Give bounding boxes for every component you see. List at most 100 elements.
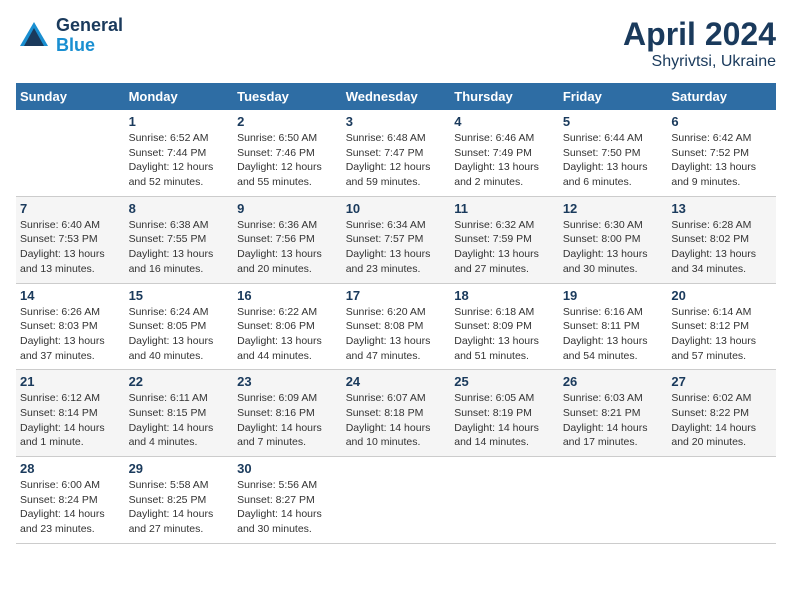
daylight-text: Daylight: 14 hours and 20 minutes. <box>671 421 772 450</box>
day-info: Sunrise: 6:44 AMSunset: 7:50 PMDaylight:… <box>563 131 664 190</box>
sunset-text: Sunset: 8:19 PM <box>454 406 555 421</box>
day-info: Sunrise: 6:50 AMSunset: 7:46 PMDaylight:… <box>237 131 338 190</box>
sunset-text: Sunset: 7:55 PM <box>129 232 230 247</box>
sunrise-text: Sunrise: 6:28 AM <box>671 218 772 233</box>
sunrise-text: Sunrise: 6:38 AM <box>129 218 230 233</box>
day-info: Sunrise: 6:28 AMSunset: 8:02 PMDaylight:… <box>671 218 772 277</box>
daylight-text: Daylight: 13 hours and 40 minutes. <box>129 334 230 363</box>
sunset-text: Sunset: 8:27 PM <box>237 493 338 508</box>
day-info: Sunrise: 6:32 AMSunset: 7:59 PMDaylight:… <box>454 218 555 277</box>
day-info: Sunrise: 5:56 AMSunset: 8:27 PMDaylight:… <box>237 478 338 537</box>
day-info: Sunrise: 6:11 AMSunset: 8:15 PMDaylight:… <box>129 391 230 450</box>
day-number: 27 <box>671 374 772 389</box>
day-info: Sunrise: 6:30 AMSunset: 8:00 PMDaylight:… <box>563 218 664 277</box>
calendar-week-row: 28 Sunrise: 6:00 AMSunset: 8:24 PM Dayligh… <box>16 457 776 544</box>
sunrise-text: Sunrise: 6:46 AM <box>454 131 555 146</box>
day-info: Sunrise: 6:09 AMSunset: 8:16 PMDaylight:… <box>237 391 338 450</box>
calendar-cell: 4Sunrise: 6:46 AMSunset: 7:49 PMDaylight… <box>450 110 559 196</box>
sunset-text: Sunset: 7:46 PM <box>237 146 338 161</box>
calendar-cell: 5Sunrise: 6:44 AMSunset: 7:50 PMDaylight… <box>559 110 668 196</box>
daylight-text: Daylight: 13 hours and 20 minutes. <box>237 247 338 276</box>
sunrise-text: Sunrise: 6:16 AM <box>563 305 664 320</box>
daylight-text: Daylight: 13 hours and 27 minutes. <box>454 247 555 276</box>
sunset-text: Sunset: 8:25 PM <box>129 493 230 508</box>
sunrise-text: Sunrise: 6:36 AM <box>237 218 338 233</box>
calendar-week-row: 14Sunrise: 6:26 AMSunset: 8:03 PMDayligh… <box>16 283 776 370</box>
daylight-text: Daylight: 14 hours and 14 minutes. <box>454 421 555 450</box>
calendar-cell: 21Sunrise: 6:12 AMSunset: 8:14 PMDayligh… <box>16 370 125 457</box>
day-info: Sunrise: 6:34 AMSunset: 7:57 PMDaylight:… <box>346 218 447 277</box>
day-number: 18 <box>454 288 555 303</box>
calendar-cell: 17Sunrise: 6:20 AMSunset: 8:08 PMDayligh… <box>342 283 451 370</box>
calendar-cell <box>16 110 125 196</box>
sunset-text: Sunset: 8:21 PM <box>563 406 664 421</box>
header-day-monday: Monday <box>125 83 234 110</box>
day-info: Sunrise: 6:07 AMSunset: 8:18 PMDaylight:… <box>346 391 447 450</box>
day-number: 14 <box>20 288 121 303</box>
daylight-text: Daylight: 12 hours and 55 minutes. <box>237 160 338 189</box>
calendar-header-row: SundayMondayTuesdayWednesdayThursdayFrid… <box>16 83 776 110</box>
day-number: 3 <box>346 114 447 129</box>
sunset-text: Sunset: 8:24 PM <box>20 493 121 508</box>
calendar-cell: 10Sunrise: 6:34 AMSunset: 7:57 PMDayligh… <box>342 196 451 283</box>
daylight-text: Daylight: 13 hours and 34 minutes. <box>671 247 772 276</box>
sunrise-text: Sunrise: 6:52 AM <box>129 131 230 146</box>
sunrise-text: Sunrise: 6:30 AM <box>563 218 664 233</box>
sunset-text: Sunset: 8:00 PM <box>563 232 664 247</box>
day-number: 13 <box>671 201 772 216</box>
sunset-text: Sunset: 8:15 PM <box>129 406 230 421</box>
day-number: 26 <box>563 374 664 389</box>
calendar-cell <box>450 457 559 544</box>
daylight-text: Daylight: 14 hours and 30 minutes. <box>237 507 338 536</box>
calendar-cell: 18Sunrise: 6:18 AMSunset: 8:09 PMDayligh… <box>450 283 559 370</box>
day-number: 9 <box>237 201 338 216</box>
calendar-cell: 1Sunrise: 6:52 AMSunset: 7:44 PMDaylight… <box>125 110 234 196</box>
day-info: Sunrise: 6:05 AMSunset: 8:19 PMDaylight:… <box>454 391 555 450</box>
daylight-text: Daylight: 12 hours and 59 minutes. <box>346 160 447 189</box>
calendar-week-row: 7Sunrise: 6:40 AMSunset: 7:53 PMDaylight… <box>16 196 776 283</box>
page-header: General Blue April 2024 Shyrivtsi, Ukrai… <box>16 16 776 71</box>
day-number: 16 <box>237 288 338 303</box>
daylight-text: Daylight: 14 hours and 10 minutes. <box>346 421 447 450</box>
header-day-wednesday: Wednesday <box>342 83 451 110</box>
day-number: 20 <box>671 288 772 303</box>
calendar-cell: 22Sunrise: 6:11 AMSunset: 8:15 PMDayligh… <box>125 370 234 457</box>
sunset-text: Sunset: 8:05 PM <box>129 319 230 334</box>
daylight-text: Daylight: 13 hours and 57 minutes. <box>671 334 772 363</box>
title-block: April 2024 Shyrivtsi, Ukraine <box>623 16 776 71</box>
page-subtitle: Shyrivtsi, Ukraine <box>623 53 776 71</box>
day-info: Sunrise: 6:26 AMSunset: 8:03 PMDaylight:… <box>20 305 121 364</box>
day-number: 17 <box>346 288 447 303</box>
day-info: Sunrise: 6:40 AMSunset: 7:53 PMDaylight:… <box>20 218 121 277</box>
day-number: 11 <box>454 201 555 216</box>
daylight-text: Daylight: 14 hours and 1 minute. <box>20 421 121 450</box>
day-number: 28 <box>20 461 121 476</box>
calendar-cell: 20 Sunrise: 6:14 AMSunset: 8:12 PMDayligh… <box>667 283 776 370</box>
day-info: Sunrise: 6:46 AMSunset: 7:49 PMDaylight:… <box>454 131 555 190</box>
calendar-cell: 3Sunrise: 6:48 AMSunset: 7:47 PMDaylight… <box>342 110 451 196</box>
day-info: Sunrise: 6:16 AMSunset: 8:11 PMDaylight:… <box>563 305 664 364</box>
sunrise-text: Sunrise: 6:26 AM <box>20 305 121 320</box>
sunrise-text: Sunrise: 5:58 AM <box>129 478 230 493</box>
day-info: Sunrise: 6:14 AMSunset: 8:12 PMDaylight:… <box>671 305 772 364</box>
sunset-text: Sunset: 8:09 PM <box>454 319 555 334</box>
sunset-text: Sunset: 7:50 PM <box>563 146 664 161</box>
daylight-text: Daylight: 13 hours and 54 minutes. <box>563 334 664 363</box>
sunset-text: Sunset: 8:03 PM <box>20 319 121 334</box>
sunset-text: Sunset: 8:08 PM <box>346 319 447 334</box>
day-info: Sunrise: 6:52 AMSunset: 7:44 PMDaylight:… <box>129 131 230 190</box>
sunrise-text: Sunrise: 6:42 AM <box>671 131 772 146</box>
daylight-text: Daylight: 14 hours and 27 minutes. <box>129 507 230 536</box>
calendar-cell: 19Sunrise: 6:16 AMSunset: 8:11 PMDayligh… <box>559 283 668 370</box>
calendar-cell: 16Sunrise: 6:22 AMSunset: 8:06 PMDayligh… <box>233 283 342 370</box>
sunrise-text: Sunrise: 6:00 AM <box>20 478 121 493</box>
sunrise-text: Sunrise: 6:20 AM <box>346 305 447 320</box>
calendar-cell: 8Sunrise: 6:38 AMSunset: 7:55 PMDaylight… <box>125 196 234 283</box>
sunset-text: Sunset: 8:11 PM <box>563 319 664 334</box>
calendar-cell: 14 Sunrise: 6:26 AMSunset: 8:03 PMDayligh… <box>16 283 125 370</box>
day-info: Sunrise: 6:24 AMSunset: 8:05 PMDaylight:… <box>129 305 230 364</box>
day-info: Sunrise: 6:36 AMSunset: 7:56 PMDaylight:… <box>237 218 338 277</box>
day-number: 30 <box>237 461 338 476</box>
calendar-cell <box>667 457 776 544</box>
sunset-text: Sunset: 7:49 PM <box>454 146 555 161</box>
